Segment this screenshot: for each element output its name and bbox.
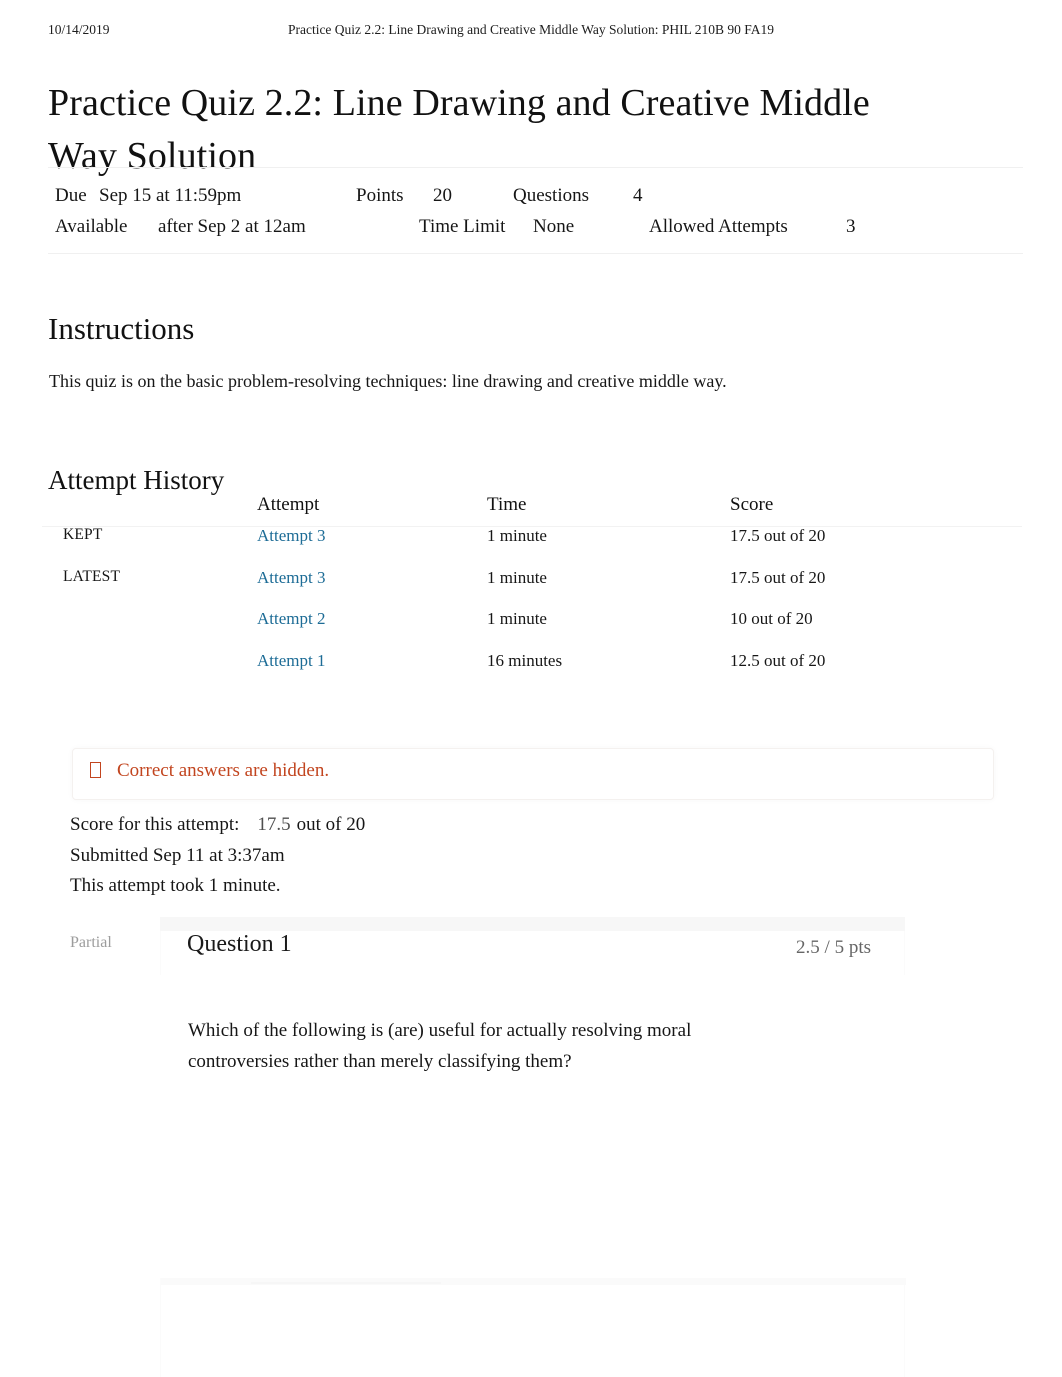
attempt-duration: This attempt took 1 minute. [70, 875, 281, 896]
meta-divider-top [48, 167, 1023, 168]
available-value: after Sep 2 at 12am [158, 216, 306, 237]
attempt-score-line: Score for this attempt: 17.5 out of 20 [70, 810, 365, 841]
attempt-link[interactable]: Attempt 1 [257, 651, 325, 671]
attempt-time: 1 minute [487, 609, 547, 628]
attempt-score: 12.5 out of 20 [730, 650, 826, 670]
table-row: KEPT Attempt 3 1 minute 17.5 out of 20 [42, 526, 1022, 568]
attempt-score-suffix: out of 20 [296, 814, 366, 835]
time-limit-value: None [533, 216, 575, 237]
available-label: Available [55, 216, 128, 237]
attempt-summary: Score for this attempt: 17.5 out of 20 Sub… [70, 810, 365, 902]
instructions-body: This quiz is on the basic problem-resolv… [49, 371, 727, 391]
quiz-meta-row-2: Available after Sep 2 at 12am Time Limit… [55, 211, 1015, 242]
time-limit-label: Time Limit [419, 216, 506, 237]
table-row: LATEST Attempt 3 1 minute 17.5 out of 20 [42, 568, 1022, 610]
hidden-answers-notice-text: Correct answers are hidden. [117, 760, 330, 781]
attempt-flag: KEPT [63, 526, 103, 543]
print-header: 10/14/2019 Practice Quiz 2.2: Line Drawi… [0, 22, 1062, 42]
questions-value: 4 [633, 185, 643, 206]
questions-label: Questions [513, 185, 589, 206]
question-title: Question 1 [187, 931, 292, 957]
meta-divider-bottom [48, 253, 1023, 254]
attempt-submitted: Submitted Sep 11 at 3:37am [70, 844, 285, 866]
instructions-heading: Instructions [48, 310, 195, 346]
quiz-meta: Due Sep 15 at 11:59pm Points 20 Question… [55, 180, 1015, 242]
allowed-attempts-label: Allowed Attempts [649, 216, 788, 237]
quiz-results-page: 10/14/2019 Practice Quiz 2.2: Line Drawi… [0, 0, 1062, 1377]
due-label: Due [55, 185, 87, 206]
attempt-time: 16 minutes [487, 650, 563, 670]
attempt-link[interactable]: Attempt 3 [257, 526, 325, 546]
attempt-link[interactable]: Attempt 2 [257, 609, 325, 629]
due-value: Sep 15 at 11:59pm [99, 185, 242, 206]
attempt-score-label: Score for this attempt: [70, 814, 240, 835]
table-row: Attempt 1 16 minutes 12.5 out of 20 [42, 651, 1022, 693]
attempt-score-value: 17.5 [257, 814, 291, 835]
column-header-score: Score [730, 494, 774, 515]
attempt-history-heading: Attempt History [48, 465, 225, 496]
table-header-row: Attempt Time Score [42, 494, 1022, 527]
status-badge: Partial [70, 934, 112, 951]
table-row: Attempt 2 1 minute 10 out of 20 [42, 609, 1022, 651]
answer-container-inner-rule [251, 1282, 441, 1284]
warning-box-icon [90, 762, 101, 778]
column-header-attempt: Attempt [257, 494, 320, 515]
print-page-title: Practice Quiz 2.2: Line Drawing and Crea… [287, 22, 775, 37]
hidden-answers-notice: Correct answers are hidden. [72, 748, 994, 800]
attempt-score: 17.5 out of 20 [730, 526, 826, 545]
attempt-link[interactable]: Attempt 3 [257, 568, 325, 588]
quiz-meta-row-1: Due Sep 15 at 11:59pm Points 20 Question… [55, 180, 1015, 211]
attempt-time: 1 minute [487, 567, 547, 587]
allowed-attempts-value: 3 [846, 216, 856, 237]
attempt-flag: LATEST [63, 567, 121, 585]
column-header-time: Time [487, 494, 527, 515]
attempt-history-table: Attempt Time Score KEPT Attempt 3 1 minu… [42, 494, 1022, 692]
points-label: Points [356, 185, 404, 206]
question-points: 2.5 / 5 pts [796, 937, 871, 958]
attempt-score: 17.5 out of 20 [730, 567, 826, 587]
points-value: 20 [433, 185, 452, 206]
attempt-score: 10 out of 20 [730, 609, 813, 628]
answer-container-outline [160, 1278, 906, 1377]
attempt-time: 1 minute [487, 526, 547, 545]
question-text: Which of the following is (are) useful f… [188, 1020, 692, 1072]
question-header-band [160, 917, 905, 931]
